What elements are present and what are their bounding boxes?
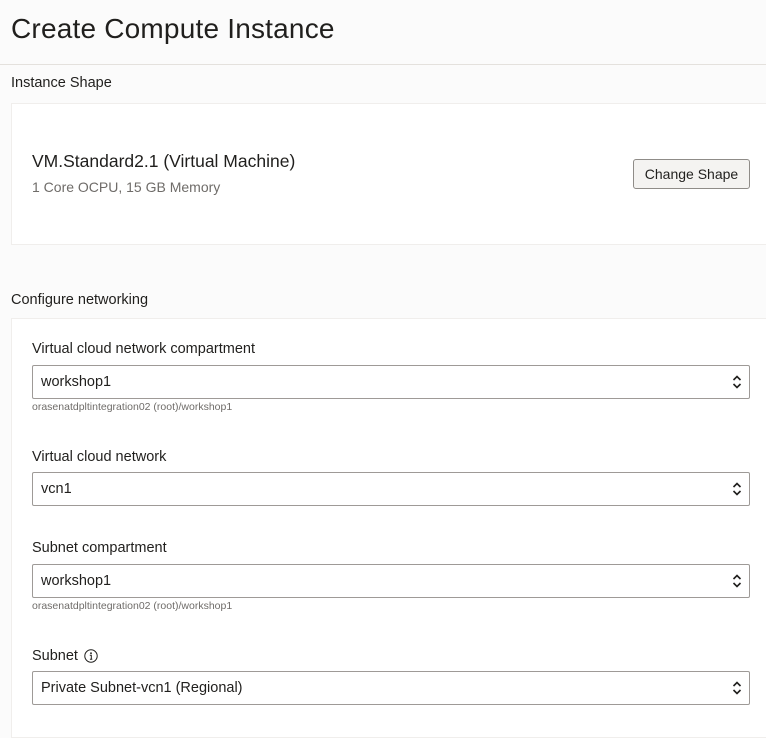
select-arrows-icon [732,681,742,695]
page-header: Create Compute Instance [0,0,766,65]
instance-shape-heading: Instance Shape [11,75,112,91]
subnet-compartment-label: Subnet compartment [32,540,167,556]
vcn-compartment-value: workshop1 [41,374,112,390]
instance-shape-card: VM.Standard2.1 (Virtual Machine) 1 Core … [11,103,766,245]
change-shape-button[interactable]: Change Shape [633,159,750,189]
subnet-compartment-value: workshop1 [41,573,112,589]
subnet-label-row: Subnet [32,648,98,664]
subnet-value: Private Subnet-vcn1 (Regional) [41,680,243,696]
shape-details: 1 Core OCPU, 15 GB Memory [32,179,221,195]
subnet-compartment-hint: orasenatdpltintegration02 (root)/worksho… [32,600,233,612]
vcn-compartment-hint: orasenatdpltintegration02 (root)/worksho… [32,401,233,413]
subnet-compartment-select[interactable]: workshop1 [32,564,750,598]
networking-card: Virtual cloud network compartment worksh… [11,318,766,738]
info-icon[interactable] [84,649,98,663]
vcn-select[interactable]: vcn1 [32,472,750,506]
vcn-compartment-select[interactable]: workshop1 [32,365,750,399]
vcn-value: vcn1 [41,481,72,497]
shape-name: VM.Standard2.1 (Virtual Machine) [32,151,296,171]
vcn-compartment-label: Virtual cloud network compartment [32,341,255,357]
page-title: Create Compute Instance [11,13,335,44]
configure-networking-heading: Configure networking [11,292,149,308]
select-arrows-icon [732,482,742,496]
vcn-label: Virtual cloud network [32,449,167,465]
select-arrows-icon [732,375,742,389]
subnet-label: Subnet [32,648,78,664]
select-arrows-icon [732,574,742,588]
subnet-select[interactable]: Private Subnet-vcn1 (Regional) [32,671,750,705]
